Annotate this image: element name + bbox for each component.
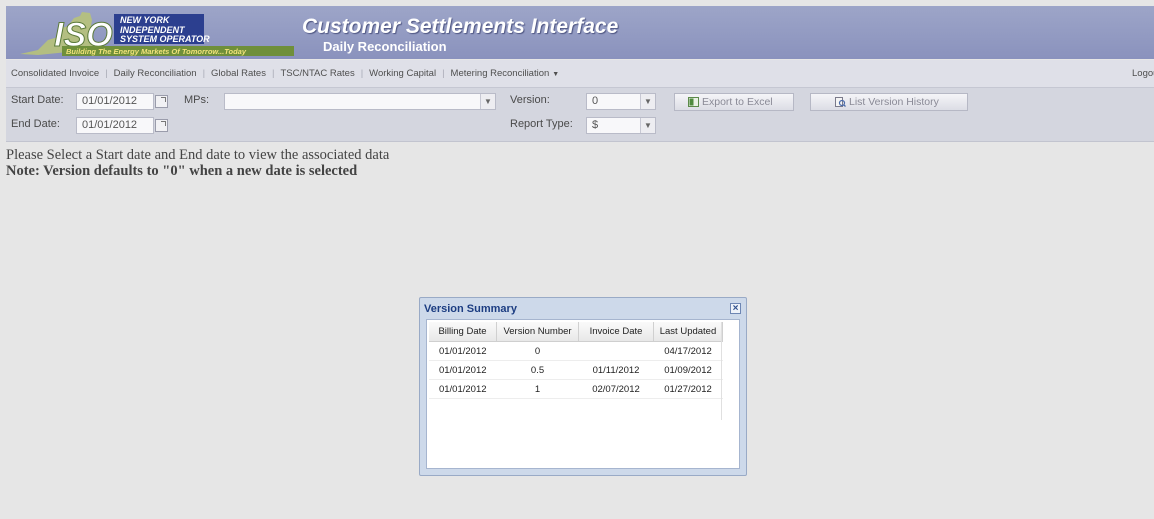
nyiso-logo: ISO NEW YORK INDEPENDENT SYSTEM OPERATOR… [20,12,294,56]
report-type-label: Report Type: [510,118,573,130]
cell-billing-date: 01/01/2012 [429,360,497,380]
excel-icon [688,97,699,107]
close-icon[interactable]: × [730,303,741,314]
cell-billing-date: 01/01/2012 [429,379,497,399]
version-select[interactable]: 0 ▼ [586,93,656,110]
report-type-select-value: $ [592,119,599,131]
filter-toolbar: Start Date: 01/01/2012 End Date: 01/01/2… [6,88,1154,142]
chevron-down-icon: ▼ [552,71,560,78]
app-window: ISO NEW YORK INDEPENDENT SYSTEM OPERATOR… [0,0,1154,519]
nav-item-metering-reconciliation[interactable]: Metering Reconciliation ▼ [451,68,560,79]
logo-tagline: Building The Energy Markets Of Tomorrow.… [66,47,247,56]
chevron-down-icon: ▼ [640,118,655,133]
end-date-input[interactable]: 01/01/2012 [76,117,154,134]
mps-select[interactable]: ▼ [224,93,496,110]
logo-line3: SYSTEM OPERATOR [120,34,210,44]
cell-billing-date: 01/01/2012 [429,341,497,361]
column-header-last-updated[interactable]: Last Updated [653,322,723,342]
chevron-down-icon: ▼ [480,94,495,109]
start-date-label: Start Date: [11,94,64,106]
cell-version-number: 1 [496,379,579,399]
table-header-row: Billing Date Version Number Invoice Date… [429,322,723,342]
column-header-billing-date[interactable]: Billing Date [429,322,497,342]
cell-last-updated: 01/27/2012 [653,379,723,399]
main-nav: Consolidated Invoice | Daily Reconciliat… [6,60,1154,88]
nav-separator: | [271,68,275,79]
version-summary-dialog: Version Summary × Billing Date Version N… [419,297,747,476]
cell-version-number: 0.5 [496,360,579,380]
nav-separator: | [105,68,108,79]
column-header-version-number[interactable]: Version Number [496,322,579,342]
nav-separator: | [442,68,445,79]
list-version-history-button[interactable]: List Version History [810,93,968,111]
nav-items: Consolidated Invoice | Daily Reconciliat… [11,68,559,79]
logout-link[interactable]: Logout [1132,68,1154,79]
version-summary-grid: Billing Date Version Number Invoice Date… [426,319,740,469]
nav-item-working-capital[interactable]: Working Capital [369,68,436,79]
table-row[interactable]: 01/01/2012 1 02/07/2012 01/27/2012 [429,379,723,399]
grid-divider [721,322,722,420]
nav-item-metering-label: Metering Reconciliation [450,68,550,79]
nav-separator: | [360,68,364,79]
nav-separator: | [202,68,206,79]
nav-item-tsc-ntac-rates[interactable]: TSC/NTAC Rates [280,68,354,79]
table-row[interactable]: 01/01/2012 0.5 01/11/2012 01/09/2012 [429,360,723,380]
document-search-icon [835,97,846,107]
export-to-excel-button[interactable]: Export to Excel [674,93,794,111]
nav-item-consolidated-invoice[interactable]: Consolidated Invoice [11,68,99,79]
start-date-input[interactable]: 01/01/2012 [76,93,154,110]
column-header-invoice-date[interactable]: Invoice Date [578,322,654,342]
cell-version-number: 0 [496,341,579,361]
table-row[interactable]: 01/01/2012 0 04/17/2012 [429,341,723,361]
end-date-label: End Date: [11,118,60,130]
list-version-history-label: List Version History [849,96,939,108]
page-subtitle: Daily Reconciliation [323,39,447,54]
cell-last-updated: 04/17/2012 [653,341,723,361]
cell-invoice-date: 01/11/2012 [578,360,654,380]
nav-item-daily-reconciliation[interactable]: Daily Reconciliation [114,68,197,79]
mps-label: MPs: [184,94,210,106]
export-to-excel-label: Export to Excel [702,96,773,108]
nav-item-global-rates[interactable]: Global Rates [211,68,266,79]
page-title: Customer Settlements Interface [302,15,619,38]
version-note: Note: Version defaults to "0" when a new… [6,163,358,179]
dialog-title: Version Summary [424,303,517,315]
version-select-value: 0 [592,95,599,107]
chevron-down-icon: ▼ [640,94,655,109]
version-label: Version: [510,94,550,106]
report-type-select[interactable]: $ ▼ [586,117,656,134]
cell-last-updated: 01/09/2012 [653,360,723,380]
instruction-message: Please Select a Start date and End date … [6,147,390,163]
version-table: Billing Date Version Number Invoice Date… [429,322,723,399]
end-date-calendar-icon[interactable] [155,119,168,132]
cell-invoice-date: 02/07/2012 [578,379,654,399]
app-header: ISO NEW YORK INDEPENDENT SYSTEM OPERATOR… [6,6,1154,59]
cell-invoice-date [578,341,654,361]
start-date-calendar-icon[interactable] [155,95,168,108]
logo-line1: NEW YORK [120,15,171,25]
